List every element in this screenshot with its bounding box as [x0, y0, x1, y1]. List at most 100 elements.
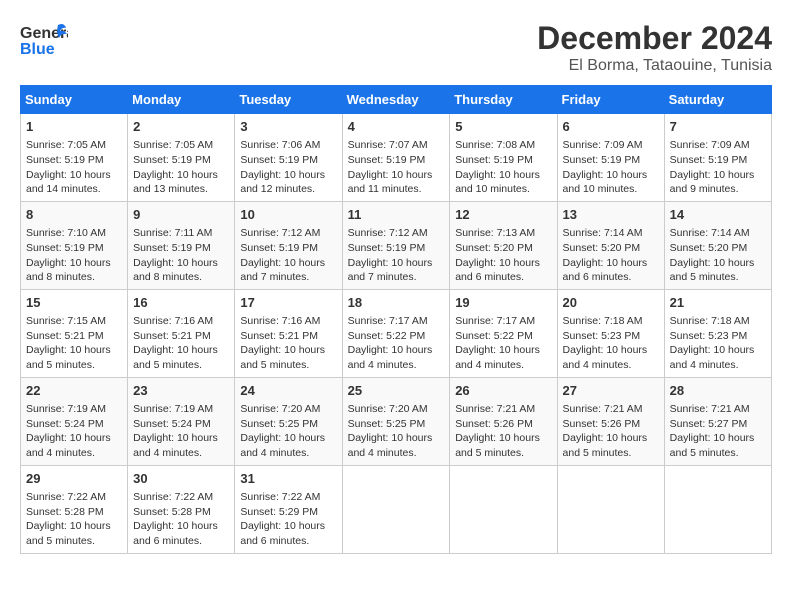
table-row: 22 Sunrise: 7:19 AM Sunset: 5:24 PM Dayl… — [21, 377, 128, 465]
table-row: 6 Sunrise: 7:09 AM Sunset: 5:19 PM Dayli… — [557, 114, 664, 202]
table-row: 10 Sunrise: 7:12 AM Sunset: 5:19 PM Dayl… — [235, 201, 342, 289]
col-header-thursday: Thursday — [450, 86, 557, 114]
day-info: Sunrise: 7:14 AM Sunset: 5:20 PM Dayligh… — [670, 226, 766, 285]
table-row: 15 Sunrise: 7:15 AM Sunset: 5:21 PM Dayl… — [21, 289, 128, 377]
table-row: 9 Sunrise: 7:11 AM Sunset: 5:19 PM Dayli… — [128, 201, 235, 289]
table-row — [342, 465, 450, 553]
day-info: Sunrise: 7:16 AM Sunset: 5:21 PM Dayligh… — [133, 314, 229, 373]
title-area: December 2024 El Borma, Tataouine, Tunis… — [537, 20, 772, 75]
table-row: 20 Sunrise: 7:18 AM Sunset: 5:23 PM Dayl… — [557, 289, 664, 377]
table-row: 3 Sunrise: 7:06 AM Sunset: 5:19 PM Dayli… — [235, 114, 342, 202]
table-row: 1 Sunrise: 7:05 AM Sunset: 5:19 PM Dayli… — [21, 114, 128, 202]
table-row — [664, 465, 771, 553]
day-info: Sunrise: 7:05 AM Sunset: 5:19 PM Dayligh… — [133, 138, 229, 197]
table-row: 28 Sunrise: 7:21 AM Sunset: 5:27 PM Dayl… — [664, 377, 771, 465]
day-info: Sunrise: 7:05 AM Sunset: 5:19 PM Dayligh… — [26, 138, 122, 197]
table-row: 30 Sunrise: 7:22 AM Sunset: 5:28 PM Dayl… — [128, 465, 235, 553]
table-row: 26 Sunrise: 7:21 AM Sunset: 5:26 PM Dayl… — [450, 377, 557, 465]
day-number: 13 — [563, 206, 659, 224]
day-info: Sunrise: 7:19 AM Sunset: 5:24 PM Dayligh… — [26, 402, 122, 461]
day-number: 24 — [240, 382, 336, 400]
svg-text:Blue: Blue — [20, 41, 55, 58]
day-number: 4 — [348, 118, 445, 136]
table-row: 16 Sunrise: 7:16 AM Sunset: 5:21 PM Dayl… — [128, 289, 235, 377]
calendar-table: Sunday Monday Tuesday Wednesday Thursday… — [20, 85, 772, 554]
day-info: Sunrise: 7:11 AM Sunset: 5:19 PM Dayligh… — [133, 226, 229, 285]
day-info: Sunrise: 7:12 AM Sunset: 5:19 PM Dayligh… — [348, 226, 445, 285]
day-number: 11 — [348, 206, 445, 224]
day-info: Sunrise: 7:18 AM Sunset: 5:23 PM Dayligh… — [563, 314, 659, 373]
day-number: 8 — [26, 206, 122, 224]
day-info: Sunrise: 7:21 AM Sunset: 5:27 PM Dayligh… — [670, 402, 766, 461]
day-number: 12 — [455, 206, 551, 224]
table-row: 13 Sunrise: 7:14 AM Sunset: 5:20 PM Dayl… — [557, 201, 664, 289]
day-number: 25 — [348, 382, 445, 400]
col-header-wednesday: Wednesday — [342, 86, 450, 114]
header: General Blue December 2024 El Borma, Tat… — [20, 20, 772, 75]
day-number: 10 — [240, 206, 336, 224]
day-number: 5 — [455, 118, 551, 136]
table-row: 12 Sunrise: 7:13 AM Sunset: 5:20 PM Dayl… — [450, 201, 557, 289]
table-row: 18 Sunrise: 7:17 AM Sunset: 5:22 PM Dayl… — [342, 289, 450, 377]
table-row: 24 Sunrise: 7:20 AM Sunset: 5:25 PM Dayl… — [235, 377, 342, 465]
day-number: 30 — [133, 470, 229, 488]
day-info: Sunrise: 7:20 AM Sunset: 5:25 PM Dayligh… — [240, 402, 336, 461]
table-row: 19 Sunrise: 7:17 AM Sunset: 5:22 PM Dayl… — [450, 289, 557, 377]
day-info: Sunrise: 7:08 AM Sunset: 5:19 PM Dayligh… — [455, 138, 551, 197]
day-number: 23 — [133, 382, 229, 400]
day-info: Sunrise: 7:15 AM Sunset: 5:21 PM Dayligh… — [26, 314, 122, 373]
day-number: 21 — [670, 294, 766, 312]
logo: General Blue — [20, 20, 68, 60]
day-number: 1 — [26, 118, 122, 136]
day-info: Sunrise: 7:13 AM Sunset: 5:20 PM Dayligh… — [455, 226, 551, 285]
table-row: 8 Sunrise: 7:10 AM Sunset: 5:19 PM Dayli… — [21, 201, 128, 289]
day-info: Sunrise: 7:22 AM Sunset: 5:28 PM Dayligh… — [133, 490, 229, 549]
day-number: 29 — [26, 470, 122, 488]
day-number: 9 — [133, 206, 229, 224]
table-row: 5 Sunrise: 7:08 AM Sunset: 5:19 PM Dayli… — [450, 114, 557, 202]
day-info: Sunrise: 7:17 AM Sunset: 5:22 PM Dayligh… — [348, 314, 445, 373]
day-number: 14 — [670, 206, 766, 224]
page-title: December 2024 — [537, 20, 772, 57]
day-info: Sunrise: 7:18 AM Sunset: 5:23 PM Dayligh… — [670, 314, 766, 373]
table-row — [450, 465, 557, 553]
table-row: 4 Sunrise: 7:07 AM Sunset: 5:19 PM Dayli… — [342, 114, 450, 202]
day-info: Sunrise: 7:22 AM Sunset: 5:29 PM Dayligh… — [240, 490, 336, 549]
page-subtitle: El Borma, Tataouine, Tunisia — [537, 57, 772, 75]
day-number: 17 — [240, 294, 336, 312]
day-info: Sunrise: 7:14 AM Sunset: 5:20 PM Dayligh… — [563, 226, 659, 285]
day-number: 31 — [240, 470, 336, 488]
day-info: Sunrise: 7:09 AM Sunset: 5:19 PM Dayligh… — [563, 138, 659, 197]
day-info: Sunrise: 7:12 AM Sunset: 5:19 PM Dayligh… — [240, 226, 336, 285]
table-row: 11 Sunrise: 7:12 AM Sunset: 5:19 PM Dayl… — [342, 201, 450, 289]
day-info: Sunrise: 7:17 AM Sunset: 5:22 PM Dayligh… — [455, 314, 551, 373]
table-row: 14 Sunrise: 7:14 AM Sunset: 5:20 PM Dayl… — [664, 201, 771, 289]
day-number: 16 — [133, 294, 229, 312]
table-row: 29 Sunrise: 7:22 AM Sunset: 5:28 PM Dayl… — [21, 465, 128, 553]
day-number: 2 — [133, 118, 229, 136]
table-row: 7 Sunrise: 7:09 AM Sunset: 5:19 PM Dayli… — [664, 114, 771, 202]
day-number: 22 — [26, 382, 122, 400]
day-number: 26 — [455, 382, 551, 400]
day-info: Sunrise: 7:21 AM Sunset: 5:26 PM Dayligh… — [455, 402, 551, 461]
table-row — [557, 465, 664, 553]
table-row: 27 Sunrise: 7:21 AM Sunset: 5:26 PM Dayl… — [557, 377, 664, 465]
col-header-saturday: Saturday — [664, 86, 771, 114]
day-number: 18 — [348, 294, 445, 312]
day-number: 15 — [26, 294, 122, 312]
col-header-tuesday: Tuesday — [235, 86, 342, 114]
day-number: 20 — [563, 294, 659, 312]
table-row: 2 Sunrise: 7:05 AM Sunset: 5:19 PM Dayli… — [128, 114, 235, 202]
day-info: Sunrise: 7:10 AM Sunset: 5:19 PM Dayligh… — [26, 226, 122, 285]
col-header-sunday: Sunday — [21, 86, 128, 114]
table-row: 23 Sunrise: 7:19 AM Sunset: 5:24 PM Dayl… — [128, 377, 235, 465]
table-row: 31 Sunrise: 7:22 AM Sunset: 5:29 PM Dayl… — [235, 465, 342, 553]
table-row: 21 Sunrise: 7:18 AM Sunset: 5:23 PM Dayl… — [664, 289, 771, 377]
day-number: 7 — [670, 118, 766, 136]
col-header-monday: Monday — [128, 86, 235, 114]
day-number: 19 — [455, 294, 551, 312]
table-row: 17 Sunrise: 7:16 AM Sunset: 5:21 PM Dayl… — [235, 289, 342, 377]
day-info: Sunrise: 7:21 AM Sunset: 5:26 PM Dayligh… — [563, 402, 659, 461]
day-info: Sunrise: 7:09 AM Sunset: 5:19 PM Dayligh… — [670, 138, 766, 197]
day-info: Sunrise: 7:20 AM Sunset: 5:25 PM Dayligh… — [348, 402, 445, 461]
